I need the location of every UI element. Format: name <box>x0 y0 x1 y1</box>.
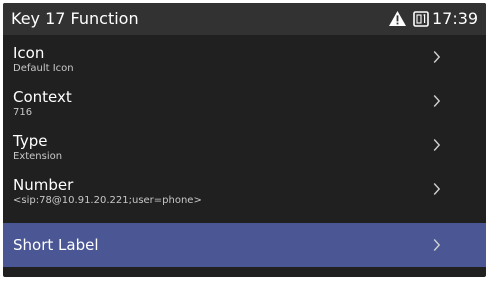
chevron-right-icon <box>433 183 441 195</box>
menu-item-value: <sip:78@10.91.20.221;user=phone> <box>13 195 202 206</box>
line-key-1-icon <box>413 11 429 27</box>
menu-item-short-label[interactable]: Short Label <box>3 223 486 267</box>
menu-item-icon[interactable]: Icon Default Icon <box>3 35 486 79</box>
status-header: Key 17 Function 17:39 <box>3 3 486 35</box>
menu-item-label: Number <box>13 176 74 194</box>
menu-item-label: Short Label <box>13 236 99 254</box>
menu-item-type[interactable]: Type Extension <box>3 123 486 167</box>
menu-item-value: Extension <box>13 151 63 162</box>
menu-item-number[interactable]: Number <sip:78@10.91.20.221;user=phone> <box>3 167 486 211</box>
menu-item-label: Icon <box>13 44 45 62</box>
menu-item-label: Context <box>13 88 72 106</box>
chevron-right-icon <box>433 51 441 63</box>
menu-item-label: Type <box>13 132 48 150</box>
warning-icon <box>389 11 406 26</box>
clock-time: 17:39 <box>432 9 479 28</box>
menu-item-value: 716 <box>13 107 33 118</box>
chevron-right-icon <box>433 139 441 151</box>
page-title: Key 17 Function <box>11 9 139 28</box>
function-menu: Icon Default Icon Context 716 Type Exten… <box>3 35 486 277</box>
menu-item-context[interactable]: Context 716 <box>3 79 486 123</box>
phone-screen: Key 17 Function 17:39 Icon Default Icon … <box>3 3 486 277</box>
chevron-right-icon <box>433 239 441 251</box>
menu-item-value: Default Icon <box>13 63 74 74</box>
chevron-right-icon <box>433 95 441 107</box>
